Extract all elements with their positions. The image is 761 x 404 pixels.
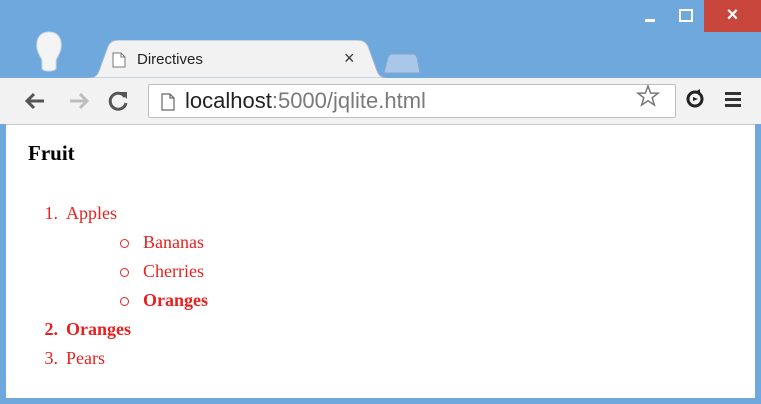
forward-arrow-icon[interactable] xyxy=(68,90,90,112)
title-bar: Directives × × xyxy=(0,0,761,78)
minimize-icon[interactable] xyxy=(636,6,664,26)
reload-icon[interactable] xyxy=(106,89,130,113)
circle-bullet-icon xyxy=(120,268,129,277)
profile-icon[interactable] xyxy=(30,30,68,74)
list-item-number: 2. xyxy=(44,319,59,339)
page-icon xyxy=(112,52,126,68)
maximize-icon[interactable] xyxy=(672,6,700,26)
list-item-number: 1. xyxy=(44,203,59,223)
list-item-number: 3. xyxy=(44,348,59,368)
sub-list-item-label: Bananas xyxy=(143,232,204,252)
circle-bullet-icon xyxy=(120,297,129,306)
sub-list-item-label: Cherries xyxy=(143,261,204,281)
extension-icon[interactable] xyxy=(684,88,706,110)
fruit-list: 1. Apples Bananas Cherries Oranges 2. Or… xyxy=(28,125,728,395)
url-host: localhost xyxy=(185,88,272,113)
tab-close-icon[interactable]: × xyxy=(344,48,355,69)
browser-window: Directives × × localhost:5000/jqlite.htm… xyxy=(0,0,761,404)
back-arrow-icon[interactable] xyxy=(24,90,46,112)
page-icon xyxy=(161,93,175,111)
address-bar[interactable]: localhost:5000/jqlite.html xyxy=(148,84,676,118)
list-item-label: Pears xyxy=(66,348,105,368)
url-path: :5000/jqlite.html xyxy=(271,88,426,113)
star-icon[interactable] xyxy=(636,84,660,108)
menu-icon[interactable] xyxy=(724,90,742,108)
tab-directives[interactable]: Directives × xyxy=(88,40,388,78)
page-viewport: Fruit 1. Apples Bananas Cherries Oranges… xyxy=(6,124,755,398)
circle-bullet-icon xyxy=(120,239,129,248)
url-text: localhost:5000/jqlite.html xyxy=(185,88,426,114)
window-close-icon[interactable]: × xyxy=(704,0,761,32)
list-item-label: Oranges xyxy=(66,319,131,339)
tab-shape xyxy=(88,40,388,78)
sub-list-item-label: Oranges xyxy=(143,290,208,310)
new-tab-icon[interactable] xyxy=(382,53,422,75)
list-item-label: Apples xyxy=(66,203,117,223)
tab-title: Directives xyxy=(137,51,203,68)
